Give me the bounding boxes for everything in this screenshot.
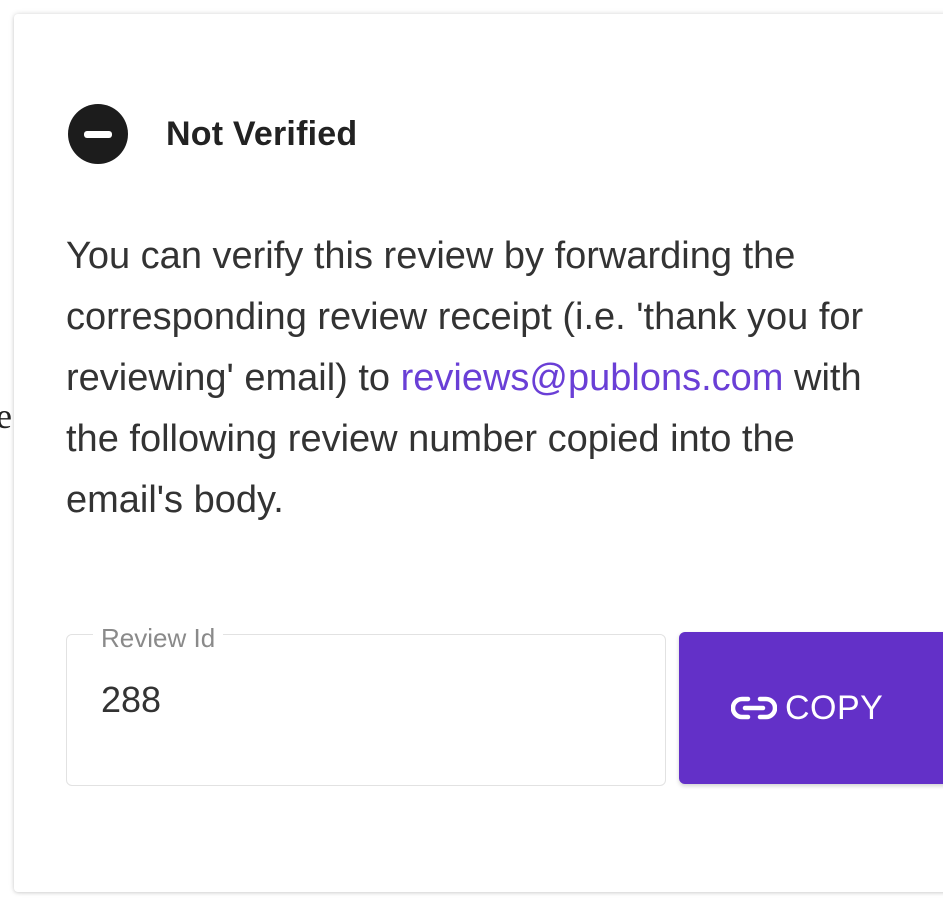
review-id-input[interactable]	[101, 679, 601, 721]
link-icon	[731, 696, 777, 720]
copy-button-label: COPY	[785, 688, 884, 727]
verification-instructions: You can verify this review by forwarding…	[66, 226, 896, 531]
minus-circle-icon	[68, 104, 128, 164]
verification-card: Not Verified You can verify this review …	[14, 14, 943, 892]
review-id-field[interactable]: Review Id	[66, 625, 666, 786]
copy-button[interactable]: COPY	[679, 632, 943, 784]
verification-status: Not Verified	[68, 104, 357, 164]
partial-background-text: e	[0, 396, 12, 436]
reviews-email-link[interactable]: reviews@publons.com	[401, 357, 784, 399]
status-label: Not Verified	[166, 114, 358, 153]
review-id-label: Review Id	[93, 625, 224, 651]
